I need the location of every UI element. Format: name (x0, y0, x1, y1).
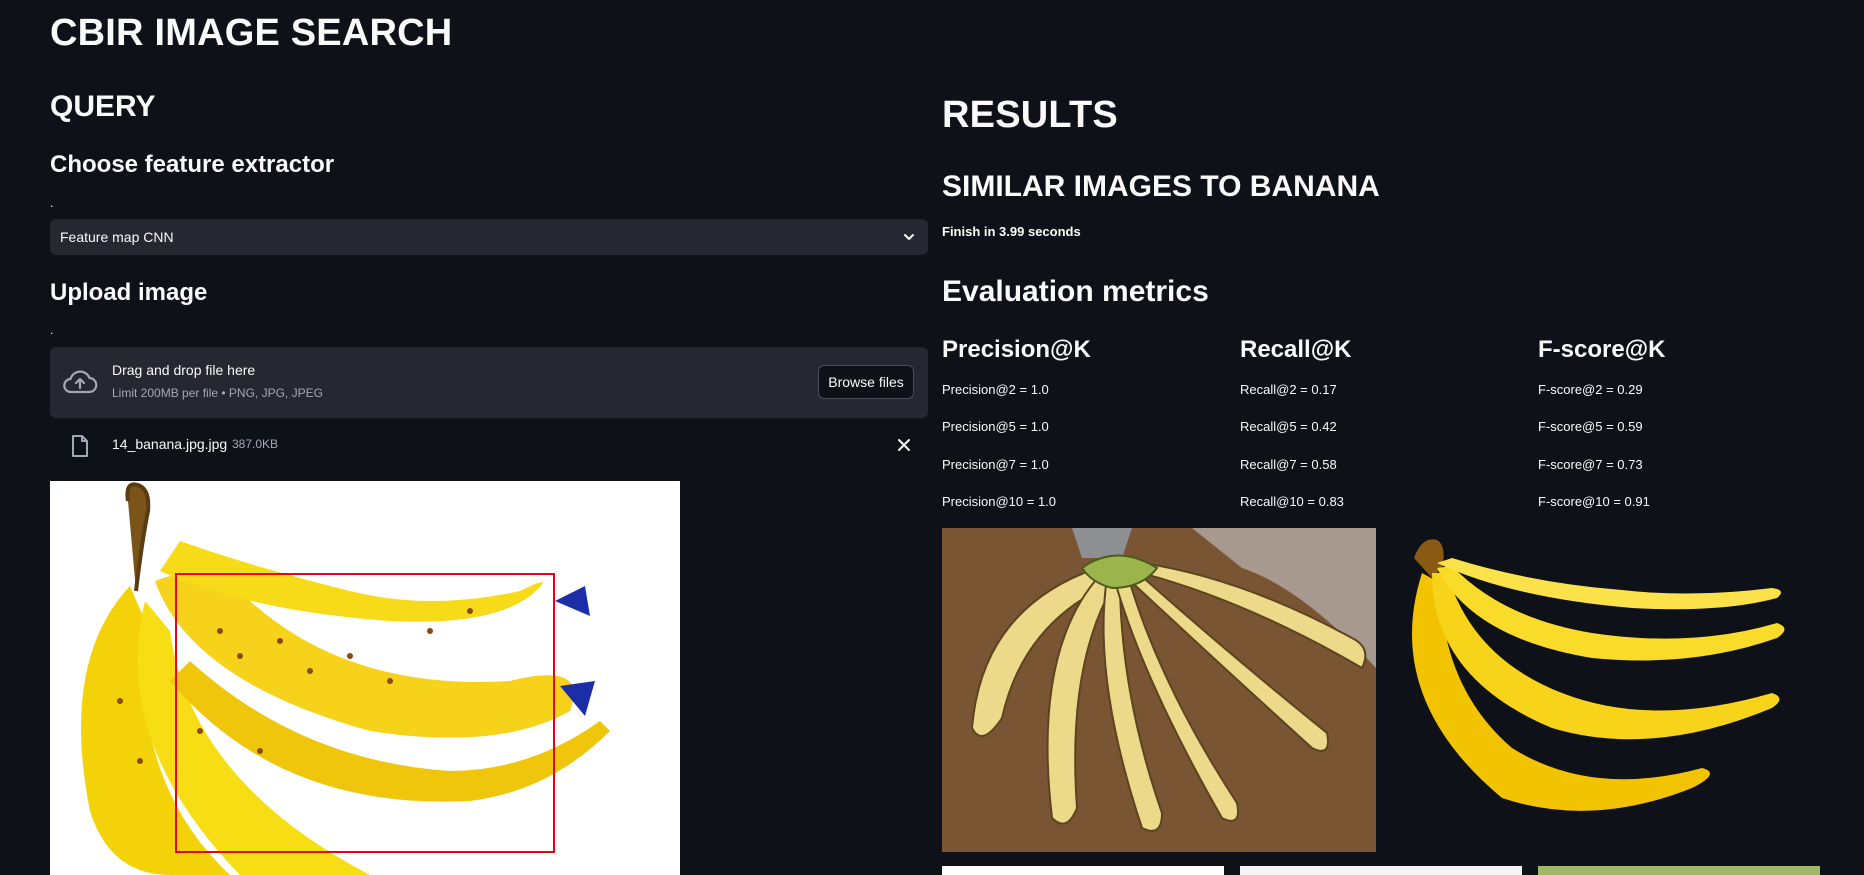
precision-row: Precision@7 = 1.0 (942, 457, 1049, 472)
browse-files-button[interactable]: Browse files (818, 365, 914, 399)
fscore-row: F-score@2 = 0.29 (1538, 382, 1643, 397)
result-image-4[interactable] (1240, 866, 1522, 875)
fscore-row: F-score@5 = 0.59 (1538, 419, 1643, 434)
recall-row: Recall@5 = 0.42 (1240, 419, 1337, 434)
recall-row: Recall@7 = 0.58 (1240, 457, 1337, 472)
results-subheading: SIMILAR IMAGES TO BANANA (942, 170, 1380, 203)
fscore-row: F-score@7 = 0.73 (1538, 457, 1643, 472)
remove-file-icon[interactable] (897, 438, 911, 452)
banana-bunch-result-illustration (1412, 539, 1785, 811)
query-image (50, 481, 680, 875)
result-image-3[interactable] (942, 866, 1224, 875)
upload-label: . (50, 323, 54, 337)
recall-title: Recall@K (1240, 336, 1352, 363)
result-image-5[interactable] (1538, 866, 1820, 875)
banana-hand-on-table-illustration (942, 528, 1376, 852)
upload-heading: Upload image (50, 279, 208, 306)
chevron-down-icon (904, 234, 914, 240)
result-image-2[interactable] (1392, 528, 1826, 852)
fscore-row: F-score@10 = 0.91 (1538, 494, 1650, 509)
extractor-label: . (50, 196, 54, 210)
precision-row: Precision@10 = 1.0 (942, 494, 1057, 509)
result-image-1[interactable] (942, 528, 1376, 852)
fscore-title: F-score@K (1538, 336, 1666, 363)
precision-row: Precision@5 = 1.0 (942, 419, 1049, 434)
recall-row: Recall@10 = 0.83 (1240, 494, 1344, 509)
app-title: CBIR IMAGE SEARCH (50, 12, 453, 54)
query-heading: QUERY (50, 90, 156, 123)
results-heading: RESULTS (942, 94, 1118, 136)
dropzone-hint: Limit 200MB per file • PNG, JPG, JPEG (112, 386, 323, 400)
banana-bunch-illustration (81, 482, 610, 875)
feature-extractor-select[interactable]: Feature map CNN (50, 219, 928, 255)
extractor-heading: Choose feature extractor (50, 151, 335, 178)
precision-title: Precision@K (942, 336, 1091, 363)
dropzone-title: Drag and drop file here (112, 362, 256, 378)
feature-extractor-value: Feature map CNN (60, 229, 174, 245)
recall-row: Recall@2 = 0.17 (1240, 382, 1337, 397)
timing-text: Finish in 3.99 seconds (942, 224, 1081, 239)
uploaded-file-name: 14_banana.jpg.jpg (112, 436, 228, 452)
precision-row: Precision@2 = 1.0 (942, 382, 1049, 397)
file-icon (72, 435, 88, 457)
cloud-upload-icon (63, 370, 98, 394)
metrics-heading: Evaluation metrics (942, 275, 1209, 308)
file-dropzone[interactable]: Drag and drop file here Limit 200MB per … (50, 347, 928, 418)
uploaded-file-size: 387.0KB (232, 437, 279, 451)
